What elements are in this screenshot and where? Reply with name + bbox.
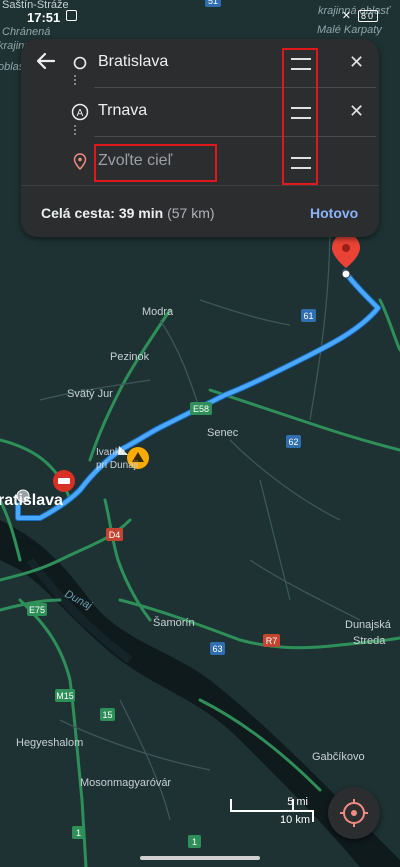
road-shield-e75: E75 bbox=[27, 603, 47, 616]
svg-text:R7: R7 bbox=[266, 636, 278, 646]
place-label-hegyeshalom: Hegyeshalom bbox=[16, 737, 83, 749]
status-bar: 17:51 ✕ 80 bbox=[0, 0, 400, 36]
road-closure-icon[interactable] bbox=[53, 470, 75, 492]
home-indicator[interactable] bbox=[140, 856, 260, 860]
annotation-highlight-destination bbox=[94, 144, 217, 182]
scale-tick bbox=[292, 799, 294, 810]
summary-divider bbox=[21, 185, 379, 186]
waypoint-a-icon: A bbox=[71, 103, 89, 121]
road-shield-r7: R7 bbox=[263, 634, 280, 647]
connector-dots bbox=[74, 123, 77, 137]
road-shield-1: 1 bbox=[188, 835, 201, 848]
svg-text:E75: E75 bbox=[29, 605, 45, 615]
place-label-svaty-jur: Svätý Jur bbox=[67, 388, 113, 400]
route-planner-card: Bratislava ✕ A Trnava ✕ Zvoľte cieľ Celá… bbox=[21, 39, 379, 237]
road-shield-d4: D4 bbox=[106, 528, 123, 541]
svg-text:63: 63 bbox=[212, 644, 222, 654]
place-label-mosonmagyarovar: Mosonmagyaróvár bbox=[80, 777, 171, 789]
done-button[interactable]: Hotovo bbox=[310, 205, 358, 221]
annotation-highlight-handles bbox=[282, 48, 318, 185]
divider bbox=[94, 136, 376, 137]
summary-time: 39 min bbox=[118, 205, 164, 221]
summary-distance: (57 km) bbox=[167, 205, 215, 221]
scale-mi: 5 mi bbox=[287, 796, 308, 808]
scale-bar: 5 mi 10 km bbox=[230, 794, 314, 828]
status-time: 17:51 bbox=[27, 10, 61, 25]
scale-tick bbox=[312, 810, 314, 822]
road-shield-e58: E58 bbox=[190, 402, 212, 415]
road-shield-61: 61 bbox=[301, 309, 316, 322]
road-shield-1b: 1 bbox=[72, 826, 85, 839]
scale-line bbox=[230, 810, 314, 812]
route-summary: Celá cesta: 39 min (57 km) bbox=[41, 205, 215, 221]
road-shield-62: 62 bbox=[286, 435, 301, 448]
origin-label[interactable]: Bratislava bbox=[98, 53, 168, 71]
place-label-pezinok: Pezinok bbox=[110, 351, 150, 363]
road-shield-15: 15 bbox=[100, 708, 115, 721]
divider bbox=[94, 87, 376, 88]
road-shield-m15: M15 bbox=[55, 689, 75, 702]
place-label-ivanka: Ivanka bbox=[96, 447, 126, 458]
road-shield-63: 63 bbox=[210, 642, 225, 655]
place-label-modra: Modra bbox=[142, 306, 174, 318]
svg-text:D4: D4 bbox=[109, 530, 121, 540]
location-pin-icon bbox=[73, 153, 87, 171]
recenter-button[interactable] bbox=[328, 787, 380, 839]
svg-text:1: 1 bbox=[76, 828, 81, 838]
mute-icon: ✕ bbox=[341, 10, 353, 22]
close-icon[interactable]: ✕ bbox=[349, 52, 364, 73]
svg-text:61: 61 bbox=[303, 311, 313, 321]
connector-dots bbox=[74, 73, 77, 87]
svg-text:15: 15 bbox=[102, 710, 112, 720]
gallery-notification-icon bbox=[66, 10, 77, 21]
waypoint-label[interactable]: Trnava bbox=[98, 102, 147, 120]
compass-icon bbox=[340, 799, 368, 827]
place-label-bratislava: ratislava bbox=[0, 492, 63, 509]
place-label-samorin: Šamorín bbox=[153, 616, 195, 629]
status-icons: ✕ 80 bbox=[342, 9, 378, 22]
close-icon[interactable]: ✕ bbox=[349, 101, 364, 122]
summary-label: Celá cesta: bbox=[41, 205, 115, 221]
place-label-senec: Senec bbox=[207, 427, 239, 439]
scale-tick bbox=[230, 799, 232, 812]
scale-km: 10 km bbox=[280, 814, 310, 826]
place-label-gabcikovo: Gabčíkovo bbox=[312, 751, 365, 763]
circle-outline-icon bbox=[73, 56, 87, 70]
svg-text:62: 62 bbox=[288, 437, 298, 447]
svg-text:M15: M15 bbox=[56, 691, 74, 701]
place-label-streda: Streda bbox=[353, 635, 386, 647]
svg-text:A: A bbox=[77, 108, 84, 119]
place-label-pri-dunaji: pri Dunaji bbox=[96, 460, 138, 471]
place-label-dunajska: Dunajská bbox=[345, 619, 392, 631]
battery-icon: 80 bbox=[357, 10, 378, 22]
svg-text:1: 1 bbox=[192, 837, 197, 847]
svg-text:E58: E58 bbox=[193, 404, 209, 414]
